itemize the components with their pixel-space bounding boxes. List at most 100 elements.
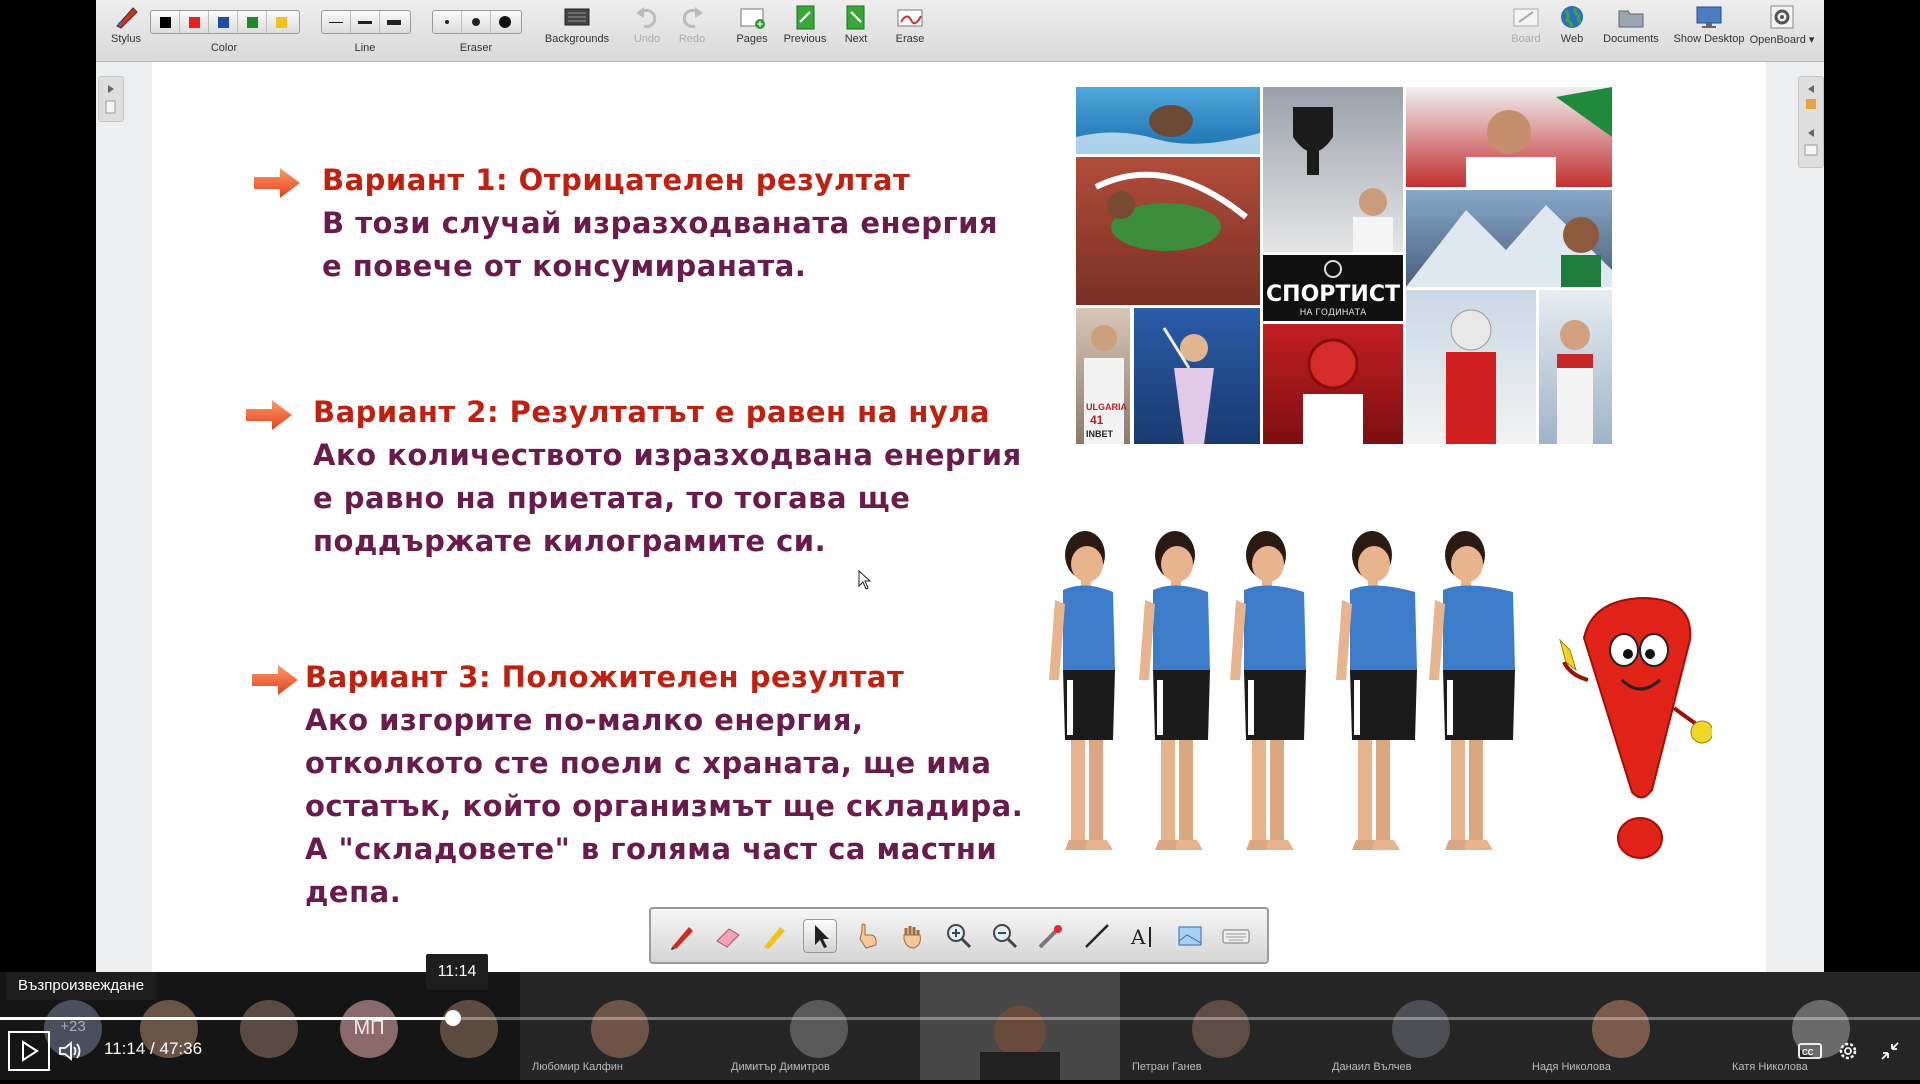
- gear-icon: [1839, 1042, 1857, 1060]
- progress-scrubber-handle[interactable]: [444, 1010, 461, 1026]
- avatar: [1592, 1000, 1650, 1058]
- right-panel-toggle[interactable]: [1798, 76, 1824, 168]
- eraser-label: Eraser: [459, 42, 493, 54]
- slide-page: Вариант 1: Отрицателен резултат В този с…: [152, 62, 1766, 972]
- play-tooltip: Възпроизвеждане: [6, 972, 157, 1000]
- laser-pointer-tool[interactable]: [1034, 919, 1068, 953]
- color-black-swatch[interactable]: [151, 11, 180, 33]
- volume-button[interactable]: [56, 1036, 86, 1066]
- erase-icon: [895, 4, 925, 30]
- select-tool[interactable]: [803, 918, 838, 953]
- documents-button[interactable]: Documents: [1598, 4, 1664, 45]
- pages-icon: [737, 4, 767, 30]
- arrow-right-icon: [246, 400, 292, 430]
- undo-icon: [632, 4, 662, 30]
- text-tool[interactable]: A: [1126, 919, 1160, 953]
- boy-figure: [1429, 531, 1515, 850]
- line-tool[interactable]: [1080, 919, 1114, 953]
- hand-tool[interactable]: [896, 919, 930, 953]
- pen-icon: [671, 926, 694, 950]
- pen-tool[interactable]: [665, 919, 699, 953]
- board-button[interactable]: Board: [1506, 4, 1546, 45]
- capture-tool[interactable]: [1173, 919, 1207, 953]
- video-progress-bar[interactable]: [0, 1010, 1920, 1026]
- arrow-right-icon: [254, 168, 300, 198]
- highlighter-icon: [764, 926, 786, 949]
- color-label: Color: [210, 42, 238, 54]
- current-time: 11:14: [104, 1039, 146, 1058]
- zoom-in-tool[interactable]: [942, 919, 976, 953]
- play-icon: [22, 1040, 39, 1062]
- erase-button[interactable]: Erase: [890, 4, 930, 45]
- captions-icon: CC: [1798, 1043, 1822, 1059]
- jersey-number: 41: [1090, 413, 1104, 427]
- variant-2-title: Вариант 2: Резултатът е равен на нула: [313, 395, 991, 429]
- footballer-photo: [1406, 87, 1612, 187]
- arrow-pointer-icon: [815, 924, 830, 948]
- next-button[interactable]: Next: [836, 4, 876, 45]
- zoom-out-tool[interactable]: [988, 919, 1022, 953]
- variant-1-body: В този случай изразходваната енергия е п…: [322, 206, 999, 283]
- variant-3: Вариант 3: Положителен резултат Ако изго…: [305, 656, 1035, 914]
- seek-time-tooltip: 11:14: [426, 954, 488, 990]
- pages-button[interactable]: Pages: [732, 4, 772, 45]
- eraser-tool[interactable]: [711, 919, 745, 953]
- settings-button[interactable]: [1834, 1037, 1862, 1065]
- eraser-medium-option[interactable]: [462, 11, 491, 33]
- previous-button[interactable]: Previous: [780, 4, 830, 45]
- boy-figure: [1336, 531, 1417, 850]
- color-red-swatch[interactable]: [180, 11, 209, 33]
- arrow-right-icon: [252, 665, 298, 695]
- collapse-icon: [1881, 1042, 1899, 1060]
- exclamation-mascot-illustration: [1559, 596, 1712, 859]
- total-duration: 47:36: [159, 1039, 203, 1058]
- stylus-icon: [111, 4, 141, 30]
- line-medium-option[interactable]: [351, 11, 380, 33]
- logo-title: СПОРТИСТ: [1266, 282, 1400, 307]
- highlighter-tool[interactable]: [757, 919, 791, 953]
- virtual-keyboard-tool[interactable]: [1219, 919, 1253, 953]
- left-panel-toggle[interactable]: [98, 76, 124, 122]
- folder-icon: [1616, 4, 1646, 30]
- backgrounds-icon: [562, 4, 592, 30]
- progress-played: [0, 1017, 453, 1020]
- avatar: [790, 1000, 848, 1058]
- show-desktop-button[interactable]: Show Desktop: [1670, 4, 1748, 45]
- zoom-in-icon: [946, 923, 971, 948]
- gymnast-photo: [1134, 308, 1260, 444]
- screen-capture-icon: [1178, 926, 1202, 945]
- stylus-button[interactable]: Stylus: [104, 4, 148, 45]
- previous-page-icon: [790, 4, 820, 30]
- athletes-photo-collage: ULGARIA 41 INBET СПОРТИСТ НА ГОДИНАТА: [1076, 87, 1612, 444]
- participant-name: Димитър Димитров: [731, 1061, 830, 1073]
- eraser-large-option[interactable]: [491, 11, 519, 33]
- avatar-initials: МП: [340, 1000, 398, 1058]
- line-thin-option[interactable]: [322, 11, 351, 33]
- color-blue-swatch[interactable]: [209, 11, 238, 33]
- board-icon: [1511, 4, 1541, 30]
- redo-button[interactable]: Redo: [672, 4, 712, 45]
- play-button[interactable]: [8, 1031, 50, 1071]
- line-icon: [1085, 923, 1110, 948]
- color-green-swatch[interactable]: [238, 11, 267, 33]
- line-width-picker: [321, 10, 411, 34]
- avatar: [240, 1000, 298, 1058]
- backgrounds-button[interactable]: Backgrounds: [542, 4, 612, 45]
- line-thick-option[interactable]: [380, 11, 408, 33]
- color-yellow-swatch[interactable]: [267, 11, 295, 33]
- avatar: [1192, 1000, 1250, 1058]
- captions-button[interactable]: CC: [1796, 1038, 1824, 1064]
- next-page-icon: [841, 4, 871, 30]
- skier-photo: [1406, 290, 1536, 444]
- openboard-menu-button[interactable]: OpenBoard ▾: [1746, 4, 1818, 46]
- avatar: [1392, 1000, 1450, 1058]
- eraser-small-option[interactable]: [433, 11, 462, 33]
- boy-figure: [1230, 531, 1306, 850]
- exit-fullscreen-button[interactable]: [1876, 1037, 1904, 1065]
- interact-tool[interactable]: [850, 919, 884, 953]
- web-button[interactable]: Web: [1552, 4, 1592, 45]
- logo-subtitle: НА ГОДИНАТА: [1300, 308, 1368, 318]
- eraser-size-picker: [432, 10, 522, 34]
- undo-button[interactable]: Undo: [627, 4, 667, 45]
- jersey-sponsor: INBET: [1086, 429, 1114, 439]
